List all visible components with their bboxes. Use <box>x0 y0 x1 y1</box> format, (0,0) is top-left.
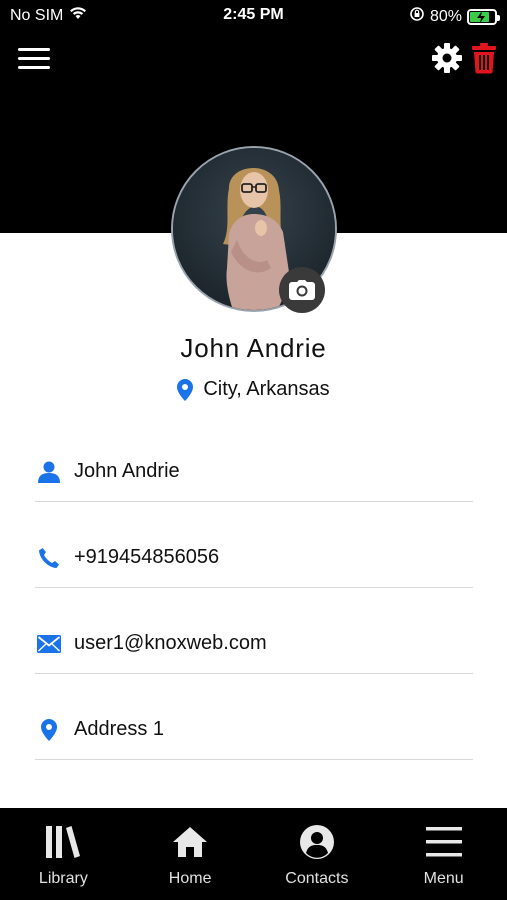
battery-percent: 80% <box>429 7 462 25</box>
phone-field[interactable]: +919454856056 <box>35 528 473 588</box>
change-photo-button[interactable] <box>279 267 325 313</box>
hamburger-line <box>18 57 50 60</box>
nav-menu[interactable]: Menu <box>380 808 507 900</box>
contacts-icon <box>299 822 335 862</box>
profile-location: City, Arkansas <box>0 378 507 401</box>
status-bar: No SIM 2:45 PM 80% <box>0 0 507 30</box>
email-icon <box>35 634 63 653</box>
library-icon <box>45 822 81 862</box>
trash-icon <box>472 43 496 74</box>
hamburger-line <box>18 66 50 69</box>
location-text: City, Arkansas <box>203 378 330 400</box>
battery-level <box>470 10 490 23</box>
location-pin-icon <box>35 718 63 741</box>
phone-icon <box>35 547 63 569</box>
address-value: Address 1 <box>74 718 165 740</box>
nav-label-menu: Menu <box>423 870 464 887</box>
name-field[interactable]: John Andrie <box>35 442 473 502</box>
nav-home[interactable]: Home <box>127 808 254 900</box>
camera-icon <box>289 280 315 300</box>
bottom-navigation: Library Home Contacts Menu <box>0 808 507 900</box>
nav-label-contacts: Contacts <box>285 870 349 887</box>
home-icon <box>173 822 208 862</box>
hamburger-line <box>18 48 50 51</box>
hamburger-menu-button[interactable] <box>18 48 50 70</box>
address-field[interactable]: Address 1 <box>35 700 473 760</box>
delete-button[interactable] <box>471 42 497 74</box>
location-pin-icon <box>177 378 194 401</box>
status-right: 80% <box>409 6 500 27</box>
gear-icon <box>432 43 462 73</box>
settings-button[interactable] <box>431 42 463 74</box>
battery-icon <box>467 8 500 25</box>
name-value: John Andrie <box>74 460 180 482</box>
profile-name: John Andrie <box>180 333 327 363</box>
phone-value: +919454856056 <box>74 546 220 568</box>
orientation-lock-icon <box>409 6 425 27</box>
battery-tip <box>497 14 500 21</box>
email-field[interactable]: user1@knoxweb.com <box>35 614 473 674</box>
nav-label-home: Home <box>168 870 212 887</box>
avatar-container <box>171 146 337 313</box>
menu-icon <box>425 822 462 862</box>
email-value: user1@knoxweb.com <box>74 632 267 654</box>
nav-label-library: Library <box>38 870 88 887</box>
person-icon <box>35 461 63 483</box>
nav-library[interactable]: Library <box>0 808 127 900</box>
nav-contacts[interactable]: Contacts <box>254 808 381 900</box>
